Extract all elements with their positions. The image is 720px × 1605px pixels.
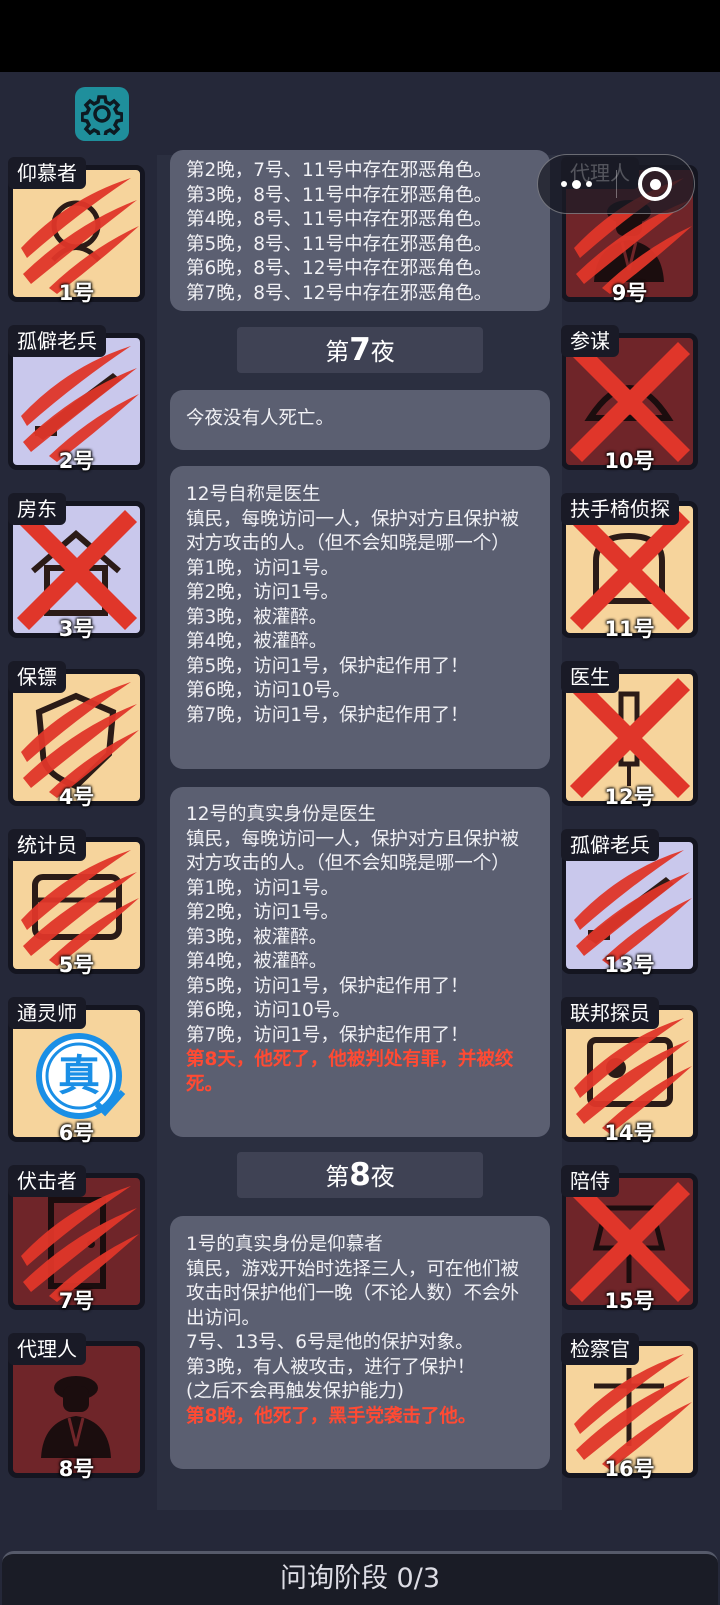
verified-badge-icon: 真 [36,1033,126,1119]
status-bar [0,0,720,72]
player-15[interactable]: 陪侍 15号 [553,1165,698,1319]
log-card-no-death: 今夜没有人死亡。 [170,390,550,450]
night-7-header: 第7夜 [237,327,483,373]
role-name: 孤僻老兵 [561,829,659,861]
player-number: 3号 [58,617,95,641]
role-name: 代理人 [8,1333,86,1365]
night-8-header: 第8夜 [237,1152,483,1198]
player-number: 9号 [611,281,648,305]
role-name: 保镖 [8,661,66,693]
settings-button[interactable] [75,87,129,141]
player-number: 10号 [604,449,655,473]
log-text: 12号自称是医生 镇民，每晚访问一人，保护对方且保护被对方攻击的人。（但不会知晓… [186,484,520,726]
mini-program-close-icon[interactable] [617,167,695,201]
player-3[interactable]: 房东 3号 [0,493,145,647]
log-card-reveal-1: 1号的真实身份是仰慕者 镇民，游戏开始时选择三人，可在他们被攻击时保护他们一晚（… [170,1216,550,1469]
role-name: 检察官 [561,1333,639,1365]
player-7[interactable]: 伏击者 7号 [0,1165,145,1319]
player-number: 5号 [58,953,95,977]
role-name: 医生 [561,661,619,693]
role-name: 仰慕者 [8,157,86,189]
role-name: 统计员 [8,829,86,861]
suit-man-icon [41,1376,111,1458]
role-name: 陪侍 [561,1165,619,1197]
player-5[interactable]: 统计员 5号 [0,829,145,983]
log-card-reveal-12: 12号的真实身份是医生 镇民，每晚访问一人，保护对方且保护被对方攻击的人。（但不… [170,787,550,1137]
cross-mark-icon [569,341,691,463]
log-card-claim: 12号自称是医生 镇民，每晚访问一人，保护对方且保护被对方攻击的人。（但不会知晓… [170,466,550,769]
log-text: 1号的真实身份是仰慕者 镇民，游戏开始时选择三人，可在他们被攻击时保护他们一晚（… [186,1234,520,1402]
player-number: 2号 [58,449,95,473]
player-12[interactable]: 医生 12号 [553,661,698,815]
player-number: 16号 [604,1457,655,1481]
player-13[interactable]: 孤僻老兵 13号 [553,829,698,983]
role-name: 房东 [8,493,66,525]
gear-icon [81,95,123,135]
verified-badge-text: 真 [58,1051,100,1100]
log-text: 今夜没有人死亡。 [186,408,335,429]
log-death-text: 第8天，他死了，他被判处有罪，并被绞死。 [186,1049,514,1095]
player-number: 8号 [58,1457,95,1481]
role-name: 伏击者 [8,1165,86,1197]
more-dots-icon[interactable] [538,179,616,189]
log-death-text: 第8晚，他死了，黑手党袭击了他。 [186,1405,477,1427]
player-number: 12号 [604,785,655,809]
player-2[interactable]: 孤僻老兵 2号 [0,325,145,479]
role-name: 联邦探员 [561,997,659,1029]
player-16[interactable]: 检察官 16号 [553,1333,698,1487]
player-number: 4号 [58,785,95,809]
player-6[interactable]: 真 通灵师 6号 [0,997,145,1151]
role-name: 扶手椅侦探 [561,493,679,525]
player-4[interactable]: 保镖 4号 [0,661,145,815]
player-number: 6号 [58,1121,95,1145]
player-number: 1号 [58,281,95,305]
mini-program-capsule [537,154,695,214]
player-11[interactable]: 扶手椅侦探 11号 [553,493,698,647]
player-14[interactable]: 联邦探员 14号 [553,997,698,1151]
phase-bar: 问询阶段 0/3 [2,1551,718,1605]
log-text: 第2晚，7号、11号中存在邪恶角色。 第3晚，8号、11号中存在邪恶角色。 第4… [186,160,493,304]
log-card-investigator: 第2晚，7号、11号中存在邪恶角色。 第3晚，8号、11号中存在邪恶角色。 第4… [170,150,550,311]
player-8[interactable]: 代理人 8号 [0,1333,145,1487]
role-name: 通灵师 [8,997,86,1029]
log-text: 12号的真实身份是医生 镇民，每晚访问一人，保护对方且保护被对方攻击的人。（但不… [186,804,520,1046]
player-10[interactable]: 参谋 10号 [553,325,698,479]
role-name: 参谋 [561,325,619,357]
player-number: 13号 [604,953,655,977]
player-number: 11号 [604,617,655,641]
player-number: 14号 [604,1121,655,1145]
player-number: 15号 [604,1289,655,1313]
player-number: 7号 [58,1289,95,1313]
role-name: 孤僻老兵 [8,325,106,357]
player-1[interactable]: 仰慕者 1号 [0,157,145,311]
